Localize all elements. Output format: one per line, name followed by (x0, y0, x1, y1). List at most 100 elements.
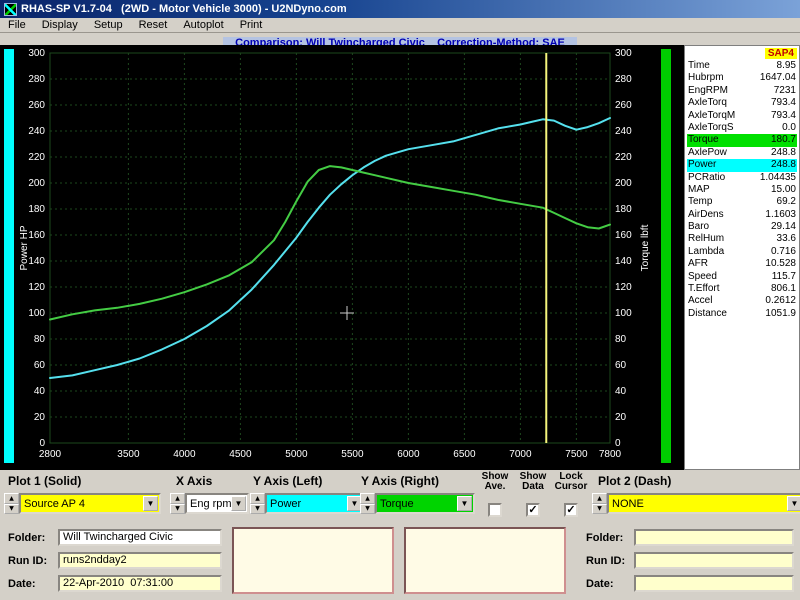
readout-value: 248.8 (770, 159, 796, 171)
run-name-badge: SAP4 (764, 48, 797, 59)
data-readout-panel: SAP4 Time 8.95 Hubrpm 1647.04 EngRPM 7231 Axle… (684, 45, 800, 470)
dropdown-arrow-icon[interactable]: ▼ (787, 496, 800, 511)
x-tick-label: 3500 (117, 449, 140, 460)
plot2-spinner: ▲ ▼ (592, 493, 607, 514)
right-tick-label: 180 (615, 204, 632, 215)
spinner-down-icon[interactable]: ▼ (592, 503, 607, 514)
plot1-select[interactable]: Source AP 4 ▼ (19, 493, 161, 514)
left-tick-label: 80 (34, 334, 46, 345)
left-tick-label: 100 (28, 308, 45, 319)
readout-row-airdens: AirDens 1.1603 (687, 209, 797, 221)
right-tick-label: 80 (615, 334, 627, 345)
show-data-checkbox[interactable]: ✓ (526, 503, 540, 517)
left-tick-label: 140 (28, 256, 45, 267)
readout-header-row: SAP4 (687, 47, 797, 60)
folder-label-right: Folder: (586, 532, 624, 544)
left-axis-title: Power HP (19, 225, 30, 270)
dropdown-arrow-icon[interactable]: ▼ (457, 496, 472, 511)
date-field-left[interactable]: 22-Apr-2010 07:31:00 (58, 575, 222, 592)
left-tick-label: 120 (28, 282, 45, 293)
menu-autoplot[interactable]: Autoplot (175, 18, 231, 33)
readout-row-afr: AFR 10.528 (687, 258, 797, 270)
readout-value: 7231 (773, 84, 796, 96)
spinner-up-icon[interactable]: ▲ (360, 493, 375, 504)
dyno-chart[interactable]: 0 0 20 20 40 40 60 60 80 80 100 100 120 120 140 140 160 1… (0, 45, 684, 470)
x-tick-label: 5000 (285, 449, 308, 460)
readout-row-pcratio: PCRatio 1.04435 (687, 172, 797, 184)
x-tick-label: 7000 (509, 449, 532, 460)
readout-label: T.Effort (688, 283, 720, 295)
spinner-down-icon[interactable]: ▼ (4, 503, 19, 514)
readout-value: 8.95 (776, 60, 796, 71)
menu-setup[interactable]: Setup (86, 18, 131, 33)
readout-row-map: MAP 15.00 (687, 184, 797, 196)
spinner-down-icon[interactable]: ▼ (360, 503, 375, 514)
yright-value: Torque (380, 497, 414, 510)
left-tick-label: 180 (28, 204, 45, 215)
menu-print[interactable]: Print (232, 18, 271, 33)
runid-field-right[interactable] (634, 552, 794, 569)
menu-file[interactable]: File (0, 18, 34, 33)
show-ave-checkbox[interactable] (488, 503, 502, 517)
notes-box-1 (232, 527, 394, 594)
plot2-select[interactable]: NONE ▼ (607, 493, 800, 514)
x-tick-label: 2800 (39, 449, 62, 460)
right-tick-label: 200 (615, 178, 632, 189)
yright-spinner: ▲ ▼ (360, 493, 375, 514)
spinner-up-icon[interactable]: ▲ (4, 493, 19, 504)
yleft-combo-group: ▲ ▼ Power ▼ (250, 493, 365, 514)
folder-field-left[interactable]: Will Twincharged Civic (58, 529, 222, 546)
plot1-section-label: Plot 1 (Solid) (8, 474, 82, 488)
right-tick-label: 40 (615, 386, 627, 397)
lock-cursor-checkbox[interactable]: ✓ (564, 503, 578, 517)
plot1-value: Source AP 4 (24, 497, 85, 510)
readout-label: Torque (688, 134, 719, 146)
readout-value: 0.716 (770, 245, 796, 257)
readout-value: 1051.9 (765, 307, 796, 319)
xaxis-section-label: X Axis (176, 474, 213, 488)
spinner-up-icon[interactable]: ▲ (592, 493, 607, 504)
title-bar: RHAS-SP V1.7-04 (2WD - Motor Vehicle 300… (0, 0, 800, 18)
right-axis-title: Torque lbft (640, 224, 651, 271)
spinner-down-icon[interactable]: ▼ (170, 503, 185, 514)
x-tick-label: 5500 (341, 449, 364, 460)
yright-select[interactable]: Torque ▼ (375, 493, 475, 514)
readout-label: Hubrpm (688, 72, 724, 84)
dropdown-arrow-icon[interactable]: ▼ (231, 496, 246, 511)
folder-field-right[interactable] (634, 529, 794, 546)
plot1-spinner: ▲ ▼ (4, 493, 19, 514)
readout-row-lambda: Lambda 0.716 (687, 246, 797, 258)
right-tick-label: 240 (615, 126, 632, 137)
readout-label: Power (688, 159, 717, 171)
menu-display[interactable]: Display (34, 18, 86, 33)
readout-label: Baro (688, 221, 710, 233)
readout-value: 10.528 (765, 258, 796, 270)
notes-box-2 (404, 527, 566, 594)
runid-field-left[interactable]: runs2ndday2 (58, 552, 222, 569)
left-tick-label: 200 (28, 178, 45, 189)
right-tick-label: 280 (615, 74, 632, 85)
readout-row-speed: Speed 115.7 (687, 271, 797, 283)
window-title: RHAS-SP V1.7-04 (2WD - Motor Vehicle 300… (21, 3, 347, 15)
xaxis-select[interactable]: Eng rpm ▼ (185, 493, 249, 514)
spinner-down-icon[interactable]: ▼ (250, 503, 265, 514)
runid-label-left: Run ID: (8, 555, 48, 567)
plot2-value: NONE (612, 497, 644, 510)
readout-row-axletorqm: AxleTorqM 793.4 (687, 110, 797, 122)
right-axis-strip (661, 49, 671, 463)
readout-value: 793.4 (770, 109, 796, 121)
date-field-right[interactable] (634, 575, 794, 592)
readout-label: Lambda (688, 245, 725, 257)
yright-section-label: Y Axis (Right) (361, 474, 440, 488)
spinner-up-icon[interactable]: ▲ (250, 493, 265, 504)
readout-row-t-effort: T.Effort 806.1 (687, 283, 797, 295)
readout-rows: Time 8.95 Hubrpm 1647.04 EngRPM 7231 AxleTorq 7… (687, 60, 797, 320)
x-tick-label: 4500 (229, 449, 252, 460)
spinner-up-icon[interactable]: ▲ (170, 493, 185, 504)
readout-value: 33.6 (776, 233, 796, 245)
menu-reset[interactable]: Reset (131, 18, 176, 33)
dropdown-arrow-icon[interactable]: ▼ (143, 496, 158, 511)
yleft-select[interactable]: Power ▼ (265, 493, 365, 514)
readout-label: Temp (688, 196, 713, 208)
plot1-combo-group: ▲ ▼ Source AP 4 ▼ (4, 493, 161, 514)
